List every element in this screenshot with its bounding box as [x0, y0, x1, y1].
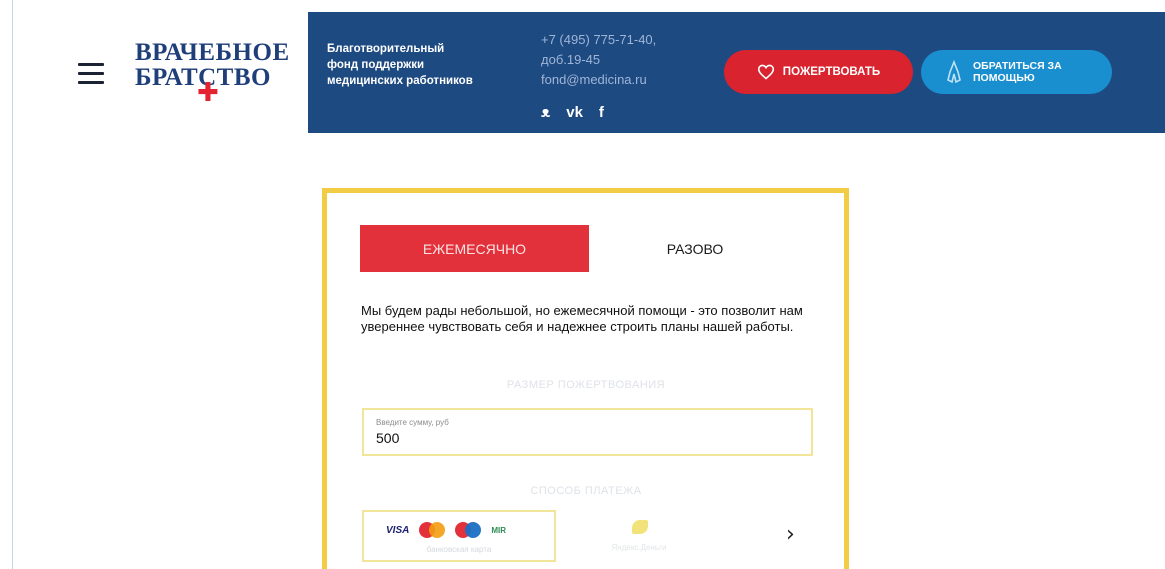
- fund-description: Благотворительный фонд поддержки медицин…: [327, 41, 527, 89]
- facebook-icon[interactable]: f: [599, 104, 604, 121]
- payment-option-bank-card[interactable]: VISA MIR банковская карта: [362, 510, 556, 562]
- amount-section-label: РАЗМЕР ПОЖЕРТВОВАНИЯ: [506, 379, 666, 391]
- donate-label: ПОЖЕРТВОВАТЬ: [782, 66, 881, 78]
- visa-logo: VISA: [386, 524, 410, 536]
- amount-input[interactable]: Введите сумму, руб 500: [362, 408, 813, 456]
- bank-card-label: банковская карта: [426, 545, 492, 554]
- donate-button[interactable]: ПОЖЕРТВОВАТЬ: [724, 50, 913, 94]
- amount-placeholder: Введите сумму, руб: [376, 418, 449, 427]
- tab-once[interactable]: РАЗОВО: [590, 225, 800, 272]
- form-description: Мы будем рады небольшой, но ежемесячной …: [361, 303, 803, 334]
- heart-icon: [757, 64, 774, 80]
- vk-icon[interactable]: vk: [566, 104, 583, 121]
- social-links: ᴥ vk f: [541, 104, 604, 121]
- page-frame-line: [12, 0, 13, 569]
- payment-section-label: СПОСОБ ПЛАТЕЖА: [530, 485, 642, 497]
- yandex-money-icon: [632, 520, 648, 534]
- contacts: +7 (495) 775-71-40, доб.19-45 fond@medic…: [541, 30, 656, 90]
- phone-extension: доб.19-45: [541, 52, 601, 67]
- yandex-money-label: Яндекс.Деньги: [611, 543, 667, 552]
- tab-monthly[interactable]: ЕЖЕМЕСЯЧНО: [360, 225, 589, 272]
- help-label: ОБРАТИТЬСЯ ЗА ПОМОЩЬЮ: [973, 60, 1062, 84]
- fund-line: Благотворительный: [327, 43, 445, 55]
- praying-hands-icon: [947, 60, 961, 84]
- mastercard-icon: [419, 522, 446, 538]
- amount-value: 500: [376, 430, 400, 446]
- request-help-button[interactable]: ОБРАТИТЬСЯ ЗА ПОМОЩЬЮ: [921, 50, 1112, 94]
- card-brand-logos: VISA MIR: [386, 522, 506, 538]
- payment-option-yandex-money[interactable]: Яндекс.Деньги: [574, 510, 704, 562]
- ok-icon[interactable]: ᴥ: [541, 104, 550, 121]
- fund-line: медицинских работников: [327, 75, 473, 87]
- site-logo[interactable]: ВРАЧЕБНОЕ БРАТСТВО ✚: [135, 40, 300, 110]
- chevron-right-icon[interactable]: ›: [786, 522, 795, 547]
- red-cross-icon: ✚: [197, 78, 219, 108]
- fund-line: фонд поддержки: [327, 59, 425, 71]
- phone-link[interactable]: +7 (495) 775-71-40,: [541, 30, 656, 50]
- mir-logo: MIR: [491, 525, 507, 535]
- maestro-icon: [455, 522, 482, 538]
- hamburger-menu-icon[interactable]: [78, 63, 104, 87]
- email-link[interactable]: fond@medicina.ru: [541, 70, 656, 90]
- logo-line-1: ВРАЧЕБНОЕ: [135, 39, 290, 66]
